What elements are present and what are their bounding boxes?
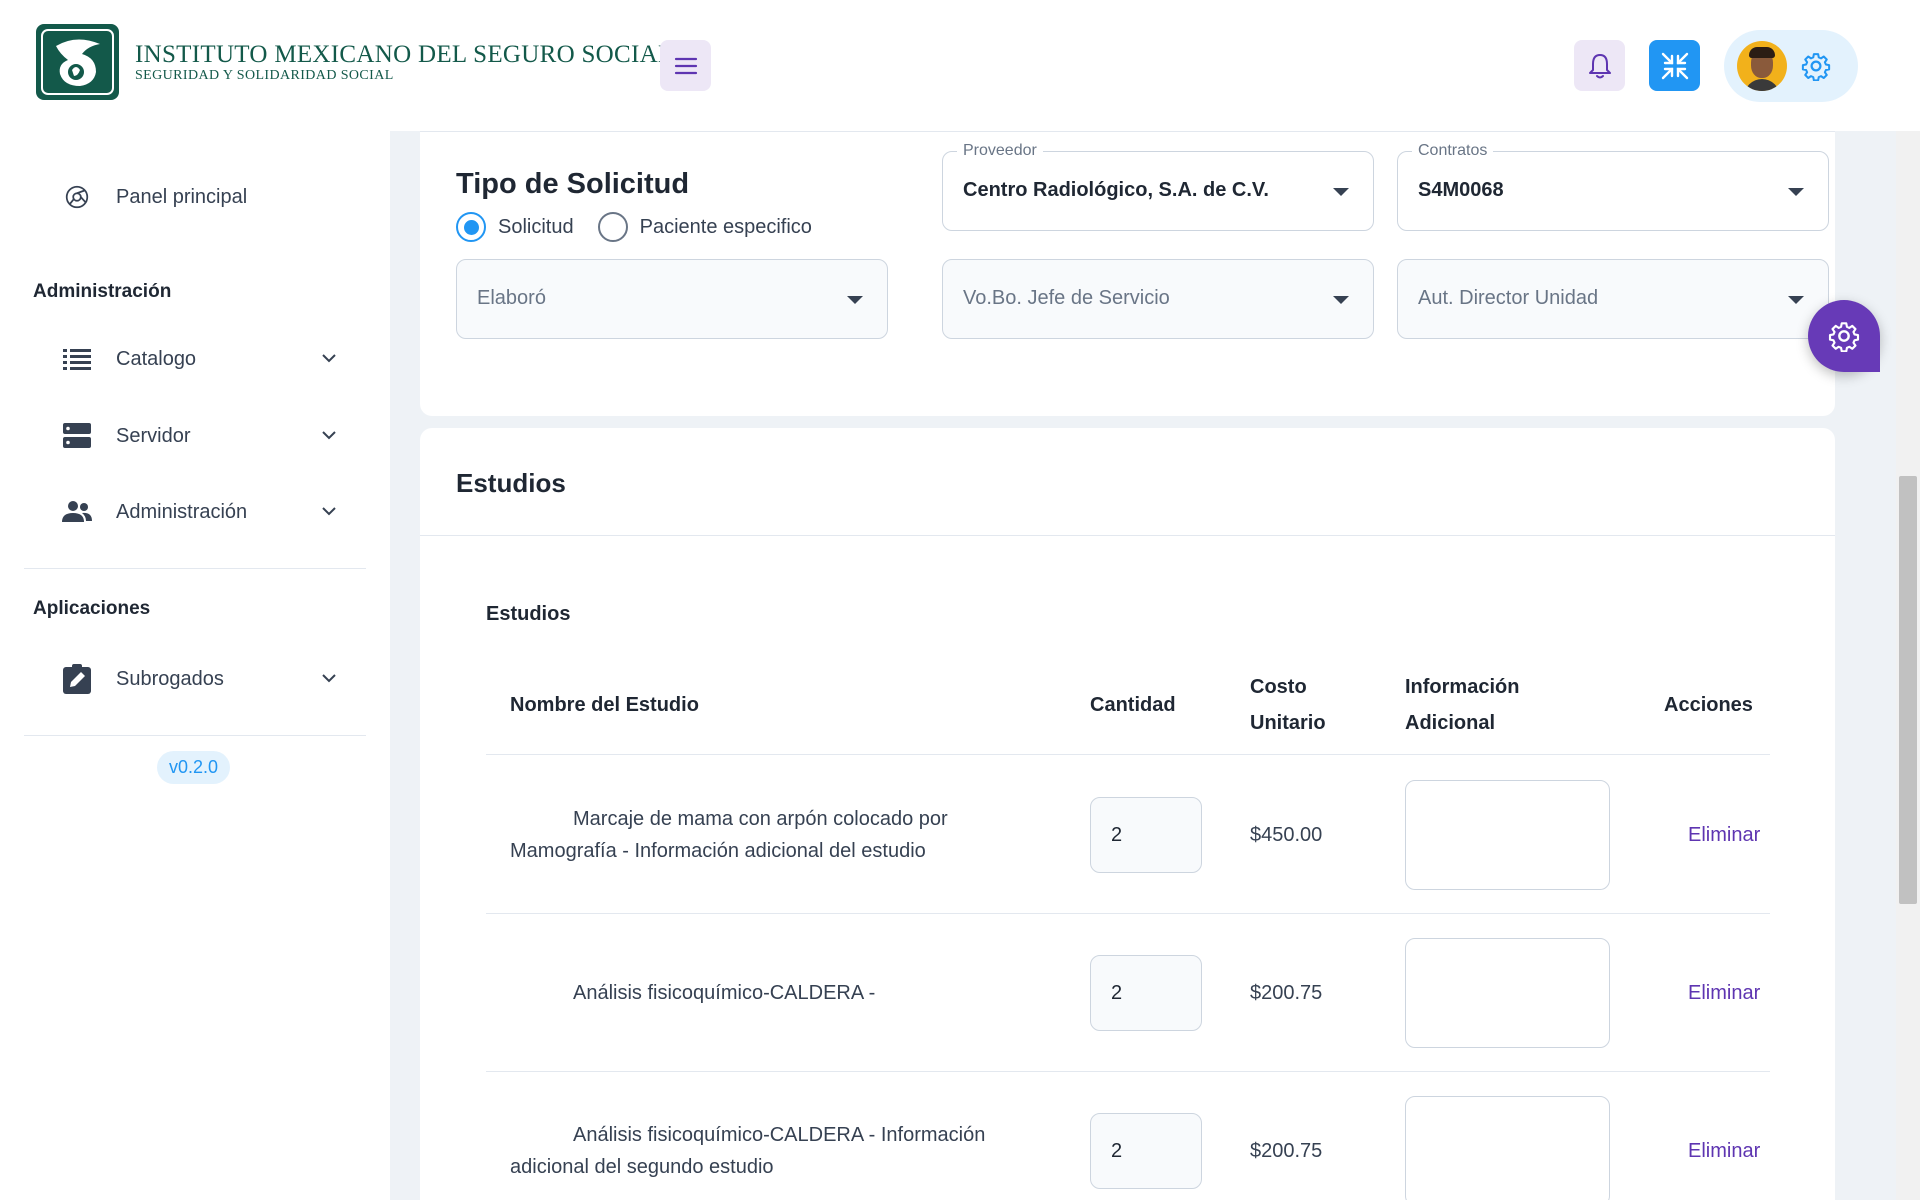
contratos-value: S4M0068 (1418, 179, 1504, 201)
sidebar-item-catalogo[interactable]: Catalogo (24, 328, 366, 390)
eliminar-link[interactable]: Eliminar (1688, 1140, 1760, 1163)
logo-title: INSTITUTO MEXICANO DEL SEGURO SOCIAL (135, 40, 674, 68)
elaboro-placeholder: Elaboró (477, 287, 546, 309)
tipo-radio-group: Solicitud Paciente especifico (456, 212, 836, 242)
dashboard-icon (62, 182, 92, 212)
sidebar-divider (24, 568, 366, 569)
chevron-down-icon (322, 507, 336, 516)
imss-logo[interactable]: INSTITUTO MEXICANO DEL SEGURO SOCIAL SEG… (36, 24, 674, 100)
eliminar-link[interactable]: Eliminar (1688, 982, 1760, 1005)
imss-emblem-icon (36, 24, 119, 100)
estudios-card: Estudios Estudios Nombre del Estudio Can… (420, 428, 1835, 1200)
radio-paciente-especifico[interactable] (597, 212, 628, 242)
costo-unitario: $200.75 (1250, 1140, 1323, 1162)
profile-menu-button[interactable] (1724, 30, 1858, 102)
col-cantidad: Cantidad (1090, 694, 1176, 716)
sidebar-item-administracion[interactable]: Administración (24, 481, 366, 543)
sidebar-item-servidor[interactable]: Servidor (24, 405, 366, 467)
sidebar-item-subrogados[interactable]: Subrogados (24, 648, 366, 710)
sidebar-divider (24, 735, 366, 736)
sidebar-item-label: Administración (116, 500, 248, 523)
contratos-select[interactable]: Contratos S4M0068 (1397, 142, 1829, 231)
caret-down-icon (1788, 296, 1804, 304)
server-icon (62, 421, 92, 451)
menu-icon (674, 57, 697, 74)
proveedor-legend: Proveedor (957, 142, 1043, 160)
caret-down-icon (1788, 188, 1804, 196)
settings-icon (1801, 53, 1831, 81)
aut-director-placeholder: Aut. Director Unidad (1418, 287, 1599, 309)
caret-down-icon (847, 296, 863, 304)
estudios-table-header: Nombre del Estudio Cantidad Costo Unitar… (486, 656, 1770, 755)
bell-icon (1588, 53, 1611, 78)
info-adicional-input[interactable] (1405, 780, 1610, 890)
table-row: Marcaje de mama con arpón colocado por M… (486, 756, 1770, 914)
logo-subtitle: SEGURIDAD Y SOLIDARIDAD SOCIAL (135, 67, 394, 83)
fullscreen-exit-button[interactable] (1649, 40, 1700, 91)
col-nombre: Nombre del Estudio (510, 694, 699, 716)
estudio-nombre: Marcaje de mama con arpón colocado por M… (510, 808, 948, 862)
estudio-nombre: Análisis fisicoquímico-CALDERA - (573, 982, 876, 1004)
elaboro-select[interactable]: Elaboró (456, 259, 888, 339)
table-row: Análisis fisicoquímico-CALDERA - 2 $200.… (486, 914, 1770, 1072)
costo-unitario: $200.75 (1250, 982, 1323, 1004)
estudios-subtitle: Estudios (486, 603, 571, 625)
col-costo-line1: Costo (1250, 676, 1307, 698)
tipo-solicitud-title: Tipo de Solicitud (456, 168, 690, 200)
customization-fab-button[interactable] (1808, 300, 1880, 372)
proveedor-select[interactable]: Proveedor Centro Radiológico, S.A. de C.… (942, 142, 1374, 231)
eliminar-link[interactable]: Eliminar (1688, 824, 1760, 847)
clipboard-edit-icon (62, 664, 92, 694)
col-costo-line2: Unitario (1250, 712, 1326, 734)
chevron-down-icon (322, 674, 336, 683)
vobo-select[interactable]: Vo.Bo. Jefe de Servicio (942, 259, 1374, 339)
main-content: Tipo de Solicitud Solicitud Paciente esp… (390, 111, 1866, 1200)
contratos-legend: Contratos (1412, 142, 1494, 160)
vobo-placeholder: Vo.Bo. Jefe de Servicio (963, 287, 1170, 309)
card-divider (420, 535, 1835, 536)
caret-down-icon (1333, 188, 1349, 196)
version-badge: v0.2.0 (157, 751, 231, 784)
col-acciones: Acciones (1664, 694, 1753, 716)
cantidad-input[interactable]: 2 (1090, 1113, 1202, 1189)
list-icon (62, 344, 92, 374)
info-adicional-input[interactable] (1405, 938, 1610, 1048)
estudio-nombre: Análisis fisicoquímico-CALDERA - Informa… (510, 1124, 986, 1178)
radio-label-solicitud: Solicitud (498, 215, 574, 238)
sidebar: Panel principal Administración Catalogo … (0, 131, 390, 1200)
aut-director-select[interactable]: Aut. Director Unidad (1397, 259, 1829, 339)
notifications-button[interactable] (1574, 40, 1625, 91)
costo-unitario: $450.00 (1250, 824, 1323, 846)
avatar (1737, 41, 1787, 91)
estudios-card-title: Estudios (456, 468, 566, 498)
table-row: Análisis fisicoquímico-CALDERA - Informa… (486, 1072, 1770, 1200)
card-divider (420, 131, 1835, 132)
sidebar-item-dashboard[interactable]: Panel principal (24, 166, 366, 228)
menu-toggle-button[interactable] (660, 40, 711, 91)
solicitud-card: Tipo de Solicitud Solicitud Paciente esp… (420, 111, 1835, 416)
info-adicional-input[interactable] (1405, 1096, 1610, 1200)
col-info-line1: Información (1405, 676, 1520, 698)
caret-down-icon (1333, 296, 1349, 304)
chevron-down-icon (322, 431, 336, 440)
chevron-down-icon (322, 354, 336, 363)
proveedor-value: Centro Radiológico, S.A. de C.V. (963, 179, 1269, 201)
section-title-apps: Aplicaciones (33, 598, 151, 619)
sidebar-item-label: Subrogados (116, 667, 224, 690)
settings-icon (1828, 322, 1860, 352)
cantidad-input[interactable]: 2 (1090, 797, 1202, 873)
scrollbar-thumb[interactable] (1899, 476, 1917, 904)
col-costo: Costo Unitario (1250, 669, 1326, 741)
radio-label-paciente: Paciente especifico (639, 215, 812, 238)
col-info-line2: Adicional (1405, 712, 1496, 734)
users-icon (62, 497, 92, 527)
sidebar-item-label: Panel principal (116, 185, 248, 208)
sidebar-item-label: Catalogo (116, 347, 197, 370)
cantidad-input[interactable]: 2 (1090, 955, 1202, 1031)
radio-solicitud[interactable] (456, 212, 486, 242)
section-title-admin: Administración (33, 281, 172, 302)
col-info: Información Adicional (1405, 669, 1519, 741)
fullscreen-exit-icon (1661, 52, 1688, 79)
sidebar-item-label: Servidor (116, 424, 191, 447)
